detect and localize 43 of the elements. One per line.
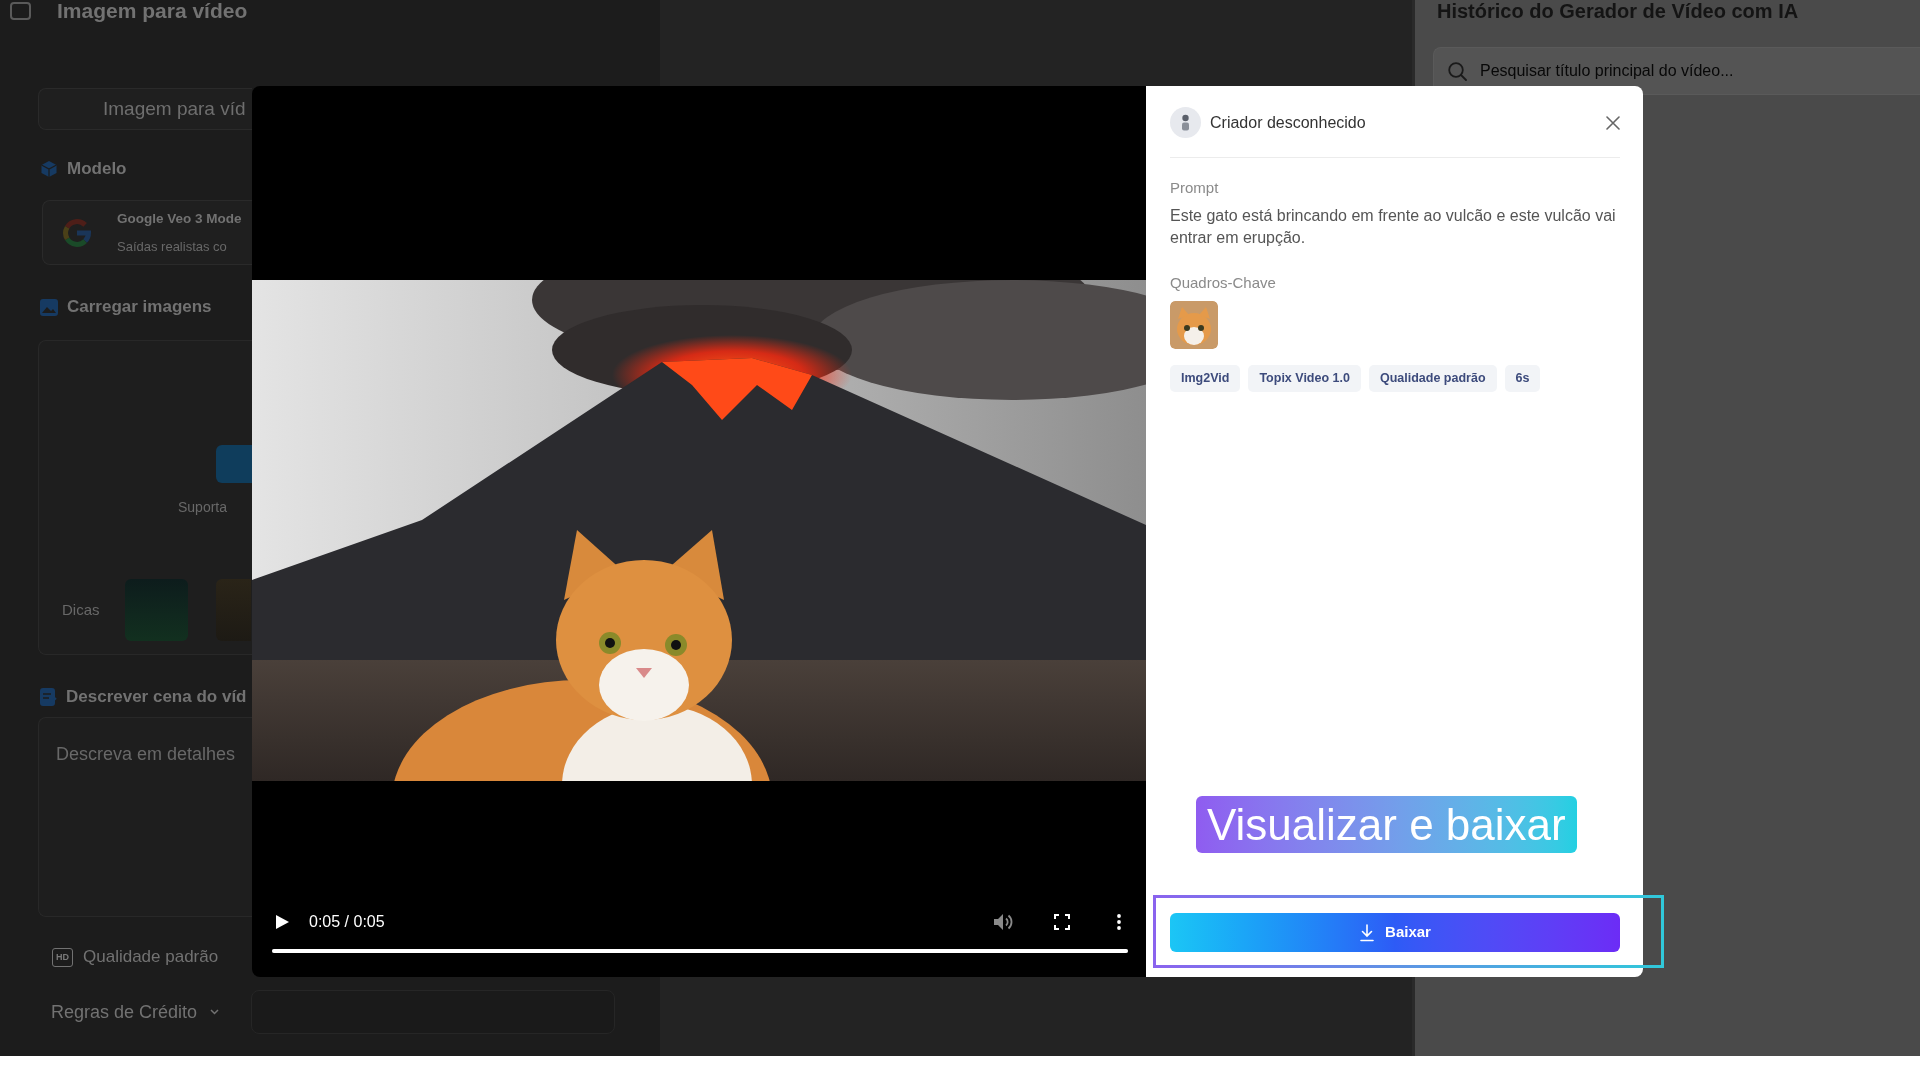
time-display: 0:05 / 0:05 xyxy=(309,912,385,932)
quality-label: Qualidade padrão xyxy=(83,947,219,967)
page-title: Imagem para vídeo xyxy=(57,0,248,22)
keyframes-label: Quadros-Chave xyxy=(1170,273,1277,293)
search-field[interactable]: Pesquisar título principal do vídeo... xyxy=(1433,47,1920,95)
close-icon[interactable] xyxy=(1606,115,1620,130)
chevron-down-icon xyxy=(210,1009,220,1015)
model-name: Google Veo 3 Mode xyxy=(117,209,242,228)
mode-tab[interactable]: Imagem para víd xyxy=(38,88,252,130)
video-player[interactable]: 0:05 / 0:05 xyxy=(252,86,1146,977)
fullscreen-icon[interactable] xyxy=(1054,914,1070,930)
download-button[interactable]: Baixar xyxy=(1170,913,1620,952)
avatar-icon xyxy=(1170,107,1201,138)
download-icon xyxy=(1359,923,1376,942)
search-icon xyxy=(1448,62,1467,81)
tag: Topix Video 1.0 xyxy=(1248,365,1361,392)
support-text: Suporta xyxy=(178,499,229,515)
model-description: Saídas realistas co xyxy=(117,237,228,256)
section-heading: Carregar imagens xyxy=(67,297,212,317)
prompt-text: Este gato está brincando em frente ao vulcão e este vulcão vai entrar em erupção. xyxy=(1170,206,1617,248)
description-field[interactable]: Descreva em detalhes xyxy=(38,717,252,917)
play-icon[interactable] xyxy=(275,915,289,929)
credit-rules-toggle[interactable]: Regras de Crédito xyxy=(51,1002,220,1022)
image-icon xyxy=(40,298,58,316)
model-card[interactable]: Google Veo 3 Mode Saídas realistas co xyxy=(42,200,252,265)
prompt-label: Prompt xyxy=(1170,178,1220,198)
annotation-label: Visualizar e baixar xyxy=(1196,796,1577,853)
section-heading: Modelo xyxy=(67,159,127,179)
tag: Qualidade padrão xyxy=(1368,365,1497,392)
more-options-icon[interactable] xyxy=(1116,914,1122,930)
tag: 6s xyxy=(1504,365,1541,392)
section-heading: Descrever cena do víd xyxy=(66,687,247,707)
hd-badge: HD xyxy=(52,947,73,967)
cube-icon xyxy=(40,160,58,178)
tip-thumbnail[interactable] xyxy=(216,579,251,641)
upload-area[interactable]: Suporta Dicas xyxy=(38,340,252,655)
tips-label: Dicas xyxy=(62,601,101,619)
creator-name: Criador desconhecido xyxy=(1210,112,1366,133)
document-icon xyxy=(40,688,57,706)
tag: Img2Vid xyxy=(1170,365,1241,392)
cat-face-thumbnail[interactable] xyxy=(1170,301,1218,349)
g-logo-icon xyxy=(62,217,92,248)
video-icon xyxy=(10,2,31,20)
